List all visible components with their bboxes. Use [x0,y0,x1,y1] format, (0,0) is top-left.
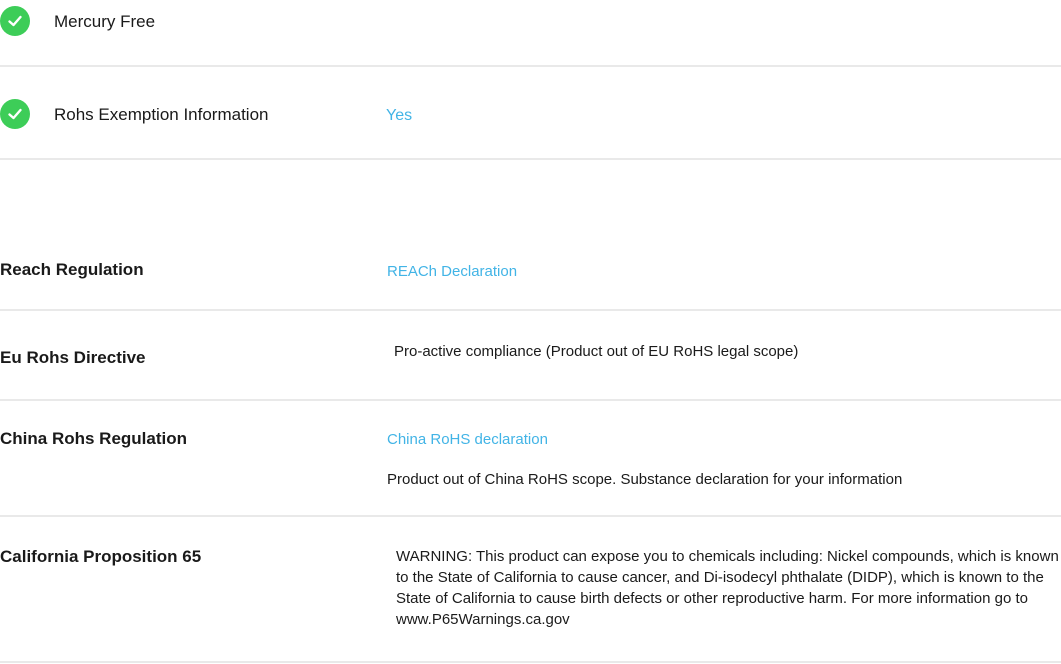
divider [0,158,1061,160]
check-circle-icon [0,6,30,36]
divider [0,309,1061,311]
mercury-free-label: Mercury Free [54,12,156,31]
eu-rohs-directive-label: Eu Rohs Directive [0,348,146,367]
check-circle-icon [0,99,30,129]
reach-regulation-label: Reach Regulation [0,260,144,279]
divider [0,65,1061,67]
rohs-exemption-value: Yes [386,107,413,124]
reach-declaration-link[interactable]: REACh Declaration [387,263,517,280]
checkmark-icon [8,15,22,27]
rohs-exemption-label: Rohs Exemption Information [54,105,269,124]
checkmark-icon [8,108,22,120]
divider [0,399,1061,401]
california-prop65-label: California Proposition 65 [0,547,202,566]
california-prop65-warning-text: WARNING: This product can expose you to … [396,548,1059,628]
china-rohs-declaration-link[interactable]: China RoHS declaration [387,431,548,448]
eu-rohs-directive-text: Pro-active compliance (Product out of EU… [394,343,799,360]
divider [0,661,1061,663]
divider [0,515,1061,517]
product-compliance-section: Mercury Free Rohs Exemption Information … [0,0,1061,664]
china-rohs-regulation-label: China Rohs Regulation [0,429,187,448]
china-rohs-scope-text: Product out of China RoHS scope. Substan… [387,471,903,488]
